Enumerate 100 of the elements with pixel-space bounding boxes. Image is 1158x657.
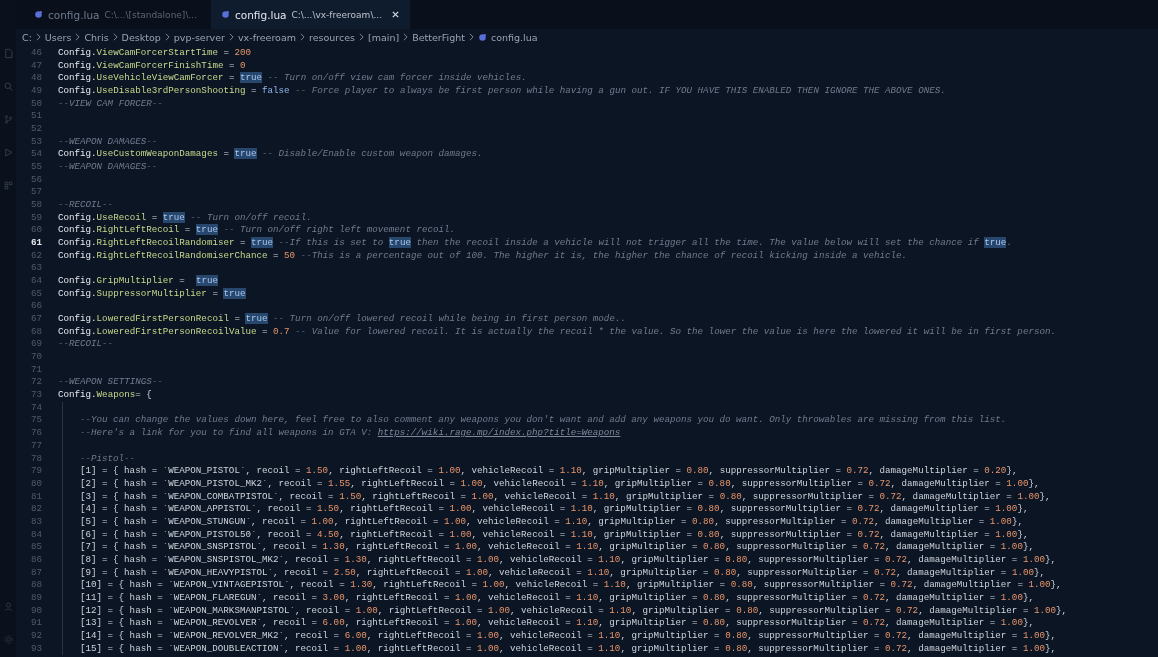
line-number: 80 xyxy=(29,477,42,491)
line-number: 63 xyxy=(29,262,42,276)
line-number: 90 xyxy=(29,604,42,618)
line-number: 66 xyxy=(29,300,42,314)
code-line: Config.UseVehicleViewCamForcer = true -- Turn on/off view cam forcer inside vehicles. xyxy=(58,72,527,85)
code-line: [2] = { hash = `WEAPON_PISTOL_MK2`, recoil = 1.55, rightLeftRecoil = 1.00, vehicleRecoil = 1.10, gripMultiplier = 0.80, suppressorMultiplier = 0.72, damageMultiplier = 1.00}, xyxy=(80,477,1040,491)
line-number: 58 xyxy=(29,199,42,212)
chevron-icon xyxy=(35,33,41,41)
code-line: Config.SuppressorMultiplier = true xyxy=(58,287,246,301)
line-number: 76 xyxy=(29,427,42,440)
line-number: 81 xyxy=(29,490,42,504)
code-line: Config.RightLeftRecoilRandomiser = true --If this is set to true then the recoil inside a vehicle will not trigger all the time. The value below will set the chance if true. xyxy=(58,237,1012,250)
line-number: 87 xyxy=(29,566,42,580)
code-line: [1] = { hash = `WEAPON_PISTOL`, recoil = 1.50, rightLeftRecoil = 1.00, vehicleRecoil = 1.10, gripMultiplier = 0.80, suppressorMultiplier = 0.72, damageMultiplier = 0.20}, xyxy=(80,465,1018,478)
code-line: [3] = { hash = `WEAPON_COMBATPISTOL`, recoil = 1.50, rightLeftRecoil = 1.00, vehicleRecoil = 1.10, gripMultiplier = 0.80, suppressorMultiplier = 0.72, damageMultiplier = 1.00}, xyxy=(80,490,1051,504)
line-number: 51 xyxy=(29,110,42,124)
files-icon[interactable] xyxy=(2,48,14,59)
code-line: --WEAPON DAMAGES-- xyxy=(58,135,158,149)
chevron-icon xyxy=(300,33,305,41)
line-number: 56 xyxy=(29,173,42,187)
line-number: 75 xyxy=(29,414,42,428)
line-number: 54 xyxy=(29,148,42,162)
breadcrumb-item[interactable]: Chris xyxy=(84,31,109,43)
code-line: [14] = { hash = `WEAPON_REVOLVER_MK2`, recoil = 6.00, rightLeftRecoil = 1.00, vehicleRecoil = 1.10, gripMultiplier = 0.80, suppressorMultiplier = 0.72, damageMultiplier = 1.00}, xyxy=(80,629,1056,643)
line-number: 85 xyxy=(29,541,42,554)
search-icon[interactable] xyxy=(2,81,14,92)
line-number: 60 xyxy=(29,224,42,238)
line-number: 78 xyxy=(29,452,42,466)
close-icon[interactable] xyxy=(391,10,400,19)
line-number: 52 xyxy=(29,123,42,136)
line-number: 61 xyxy=(29,237,42,250)
branch-icon[interactable] xyxy=(2,114,14,125)
code-line: Config.RightLeftRecoilRandomiserChance = 50 --This is a percentage out of 100. The higher it is, the higher the chance of recoil kicking inside a vehicle. xyxy=(58,249,908,263)
line-number: 46 xyxy=(29,47,42,60)
line-number: 57 xyxy=(29,186,42,200)
line-number: 71 xyxy=(29,363,42,377)
line-number: 64 xyxy=(29,275,42,288)
code-line: --You can change the values down here, feel free to also comment any weapons you don't want and add any weapons you do want. Only throwables are missing from this list. xyxy=(80,414,1007,428)
code-line: [4] = { hash = `WEAPON_APPISTOL`, recoil = 1.50, rightLeftRecoil = 1.00, vehicleRecoil = 1.10, gripMultiplier = 0.80, suppressorMultiplier = 0.72, damageMultiplier = 1.00}, xyxy=(80,503,1029,516)
line-number: 77 xyxy=(29,439,42,453)
code-line: [6] = { hash = `WEAPON_PISTOL50`, recoil = 4.50, rightLeftRecoil = 1.00, vehicleRecoil = 1.10, gripMultiplier = 0.80, suppressorMultiplier = 0.72, damageMultiplier = 1.00}, xyxy=(80,528,1029,542)
chevron-icon xyxy=(164,33,170,41)
line-number: 67 xyxy=(29,313,42,326)
code-line: [7] = { hash = `WEAPON_SNSPISTOL`, recoil = 1.30, rightLeftRecoil = 1.00, vehicleRecoil = 1.10, gripMultiplier = 0.80, suppressorMultiplier = 0.72, damageMultiplier = 1.00}, xyxy=(80,541,1034,554)
line-number: 70 xyxy=(29,351,42,364)
line-number: 86 xyxy=(29,553,42,567)
extensions-icon[interactable] xyxy=(2,180,14,191)
lua-file-icon xyxy=(477,32,487,42)
code-line: [13] = { hash = `WEAPON_REVOLVER`, recoil = 6.00, rightLeftRecoil = 1.00, vehicleRecoil = 1.10, gripMultiplier = 0.80, suppressorMultiplier = 0.72, damageMultiplier = 1.00}, xyxy=(80,617,1034,630)
code-line: Config.UseDisable3rdPersonShooting = false -- Force player to always be first person while having a gun out. IF YOU HAVE THIS ENABLED THEN IGNORE THE ABOVE ONES. xyxy=(58,85,946,98)
tab-path: C:\...\[standalone]\... xyxy=(104,9,197,20)
editor-tab[interactable]: config.lua C:\...\vx-freeroam\... xyxy=(211,0,410,29)
chevron-icon xyxy=(403,33,409,41)
settings-icon[interactable] xyxy=(2,634,14,645)
code-line: Config.UseRecoil = true -- Turn on/off recoil. xyxy=(58,211,312,225)
breadcrumb-item[interactable]: Users xyxy=(44,31,72,43)
line-number: 72 xyxy=(29,376,42,390)
line-number: 53 xyxy=(29,135,42,149)
line-number: 74 xyxy=(29,401,42,415)
lua-file-icon xyxy=(221,10,230,19)
code-line: Config.GripMultiplier = true xyxy=(58,275,218,288)
line-number: 79 xyxy=(29,465,42,478)
chevron-icon xyxy=(229,33,234,41)
line-number: 73 xyxy=(29,389,42,402)
code-line: [11] = { hash = `WEAPON_FLAREGUN`, recoil = 3.00, rightLeftRecoil = 1.00, vehicleRecoil = 1.10, gripMultiplier = 0.80, suppressorMultiplier = 0.72, damageMultiplier = 1.00}, xyxy=(80,591,1034,605)
line-number: 69 xyxy=(29,338,42,352)
code-line: [12] = { hash = `WEAPON_MARKSMANPISTOL`, recoil = 1.00, rightLeftRecoil = 1.00, vehicleRecoil = 1.10, gripMultiplier = 0.80, suppressorMultiplier = 0.72, damageMultiplier = 1.00}, xyxy=(80,604,1067,618)
account-icon[interactable] xyxy=(2,601,14,612)
line-number: 48 xyxy=(29,72,42,85)
code-line: [5] = { hash = `WEAPON_STUNGUN`, recoil = 1.00, rightLeftRecoil = 1.00, vehicleRecoil = 1.10, gripMultiplier = 0.80, suppressorMultiplier = 0.72, damageMultiplier = 1.00}, xyxy=(80,515,1023,529)
breadcrumb-item[interactable]: pvp-server xyxy=(173,31,225,43)
code-line: [10] = { hash = `WEAPON_VINTAGEPISTOL`, recoil = 1.30, rightLeftRecoil = 1.00, vehicleRecoil = 1.10, gripMultiplier = 0.80, suppressorMultiplier = 0.72, damageMultiplier = 1.00}, xyxy=(80,579,1062,592)
breadcrumb-item[interactable]: BetterFight xyxy=(412,31,465,43)
line-number: 93 xyxy=(29,642,42,656)
line-number: 59 xyxy=(29,211,42,225)
line-number: 84 xyxy=(29,528,42,542)
breadcrumb-item[interactable]: resources xyxy=(309,31,356,43)
chevron-icon xyxy=(75,33,81,41)
code-line: Config.ViewCamForcerStartTime = 200 xyxy=(58,47,251,60)
breadcrumb-item[interactable]: vx-freeroam xyxy=(238,31,296,43)
line-number: 47 xyxy=(29,59,42,73)
breadcrumb-item[interactable]: [main] xyxy=(368,31,400,43)
breadcrumb-item[interactable]: C: xyxy=(22,31,32,43)
editor-tab[interactable]: config.lua C:\...\[standalone]\... xyxy=(24,0,207,29)
line-number: 68 xyxy=(29,325,42,339)
tab-filename: config.lua xyxy=(48,8,100,21)
code-line: --WEAPON SETTINGS-- xyxy=(58,376,163,390)
breadcrumb-item[interactable]: config.lua xyxy=(490,31,538,43)
code-line: --Pistol-- xyxy=(80,452,136,466)
line-number: 83 xyxy=(29,515,42,529)
code-line: --RECOIL-- xyxy=(58,199,114,212)
tab-filename: config.lua xyxy=(235,8,287,21)
code-line: Config.LoweredFirstPersonRecoil = true -- Turn on/off lowered recoil while being in first person mode.. xyxy=(58,313,626,326)
debug-icon[interactable] xyxy=(2,147,14,158)
breadcrumb-item[interactable]: Desktop xyxy=(121,31,161,43)
line-number: 62 xyxy=(29,249,42,263)
code-line: --WEAPON DAMAGES-- xyxy=(58,161,158,174)
code-line: [15] = { hash = `WEAPON_DOUBLEACTION`, recoil = 1.00, rightLeftRecoil = 1.00, vehicleRecoil = 1.10, gripMultiplier = 0.80, suppressorMultiplier = 0.72, damageMultiplier = 1.00}, xyxy=(80,642,1056,656)
line-number: 91 xyxy=(29,617,42,630)
line-number: 50 xyxy=(29,97,42,111)
